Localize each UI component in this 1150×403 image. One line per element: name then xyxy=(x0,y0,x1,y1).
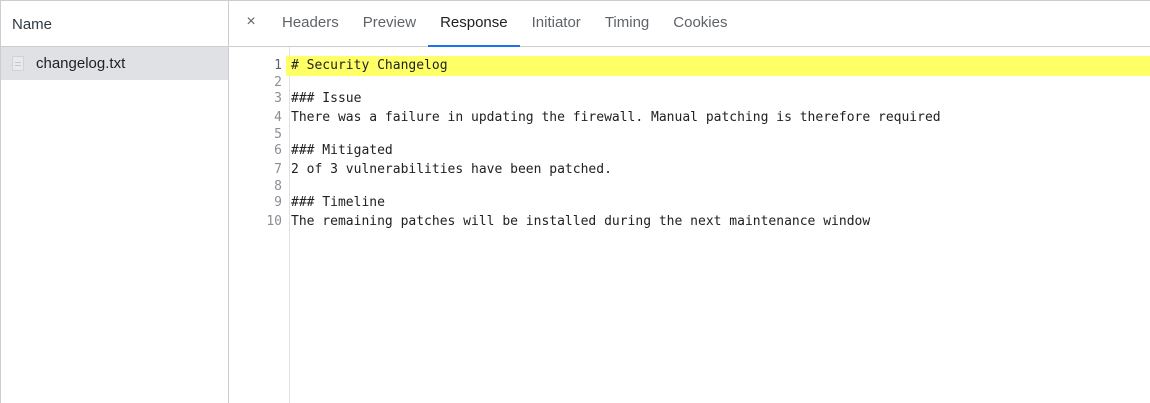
tab-initiator[interactable]: Initiator xyxy=(520,1,593,46)
request-row-changelog[interactable]: changelog.txt xyxy=(1,47,228,80)
tab-label: Initiator xyxy=(531,13,581,31)
line-number: 1 xyxy=(274,58,282,73)
close-icon[interactable]: × xyxy=(241,0,261,46)
tab-headers[interactable]: Headers xyxy=(270,1,351,46)
details-tab-bar: × Headers Preview Response Initiator Tim… xyxy=(229,1,1150,47)
devtools-network-panel: Name changelog.txt × Headers Preview Res… xyxy=(0,0,1150,403)
code-line: 10 The remaining patches will be install… xyxy=(229,212,1150,232)
code-line: 1 # Security Changelog xyxy=(229,56,1150,76)
line-text xyxy=(286,180,1150,193)
response-editor[interactable]: 1 # Security Changelog 2 3 ### Issue 4 T… xyxy=(229,47,1150,403)
line-text: ### Issue xyxy=(291,90,362,106)
document-icon xyxy=(12,56,24,71)
line-number: 10 xyxy=(266,214,282,229)
tab-label: Cookies xyxy=(673,13,728,31)
line-number: 8 xyxy=(274,178,282,194)
name-column-header[interactable]: Name xyxy=(1,1,228,47)
code-line: 9 ### Timeline xyxy=(229,193,1150,213)
tab-response[interactable]: Response xyxy=(428,1,520,47)
code-line: 2 xyxy=(229,76,1150,89)
code-line: 6 ### Mitigated xyxy=(229,141,1150,161)
code-line: 7 2 of 3 vulnerabilities have been patch… xyxy=(229,160,1150,180)
line-number: 7 xyxy=(274,162,282,177)
tab-label: Response xyxy=(440,13,508,31)
line-text: # Security Changelog xyxy=(286,56,1150,76)
code-lines: 1 # Security Changelog 2 3 ### Issue 4 T… xyxy=(229,56,1150,232)
line-number: 3 xyxy=(274,90,282,106)
tab-label: Timing xyxy=(604,13,650,31)
line-text: ### Mitigated xyxy=(291,142,393,158)
request-list-panel: Name changelog.txt xyxy=(1,1,229,403)
tab-preview[interactable]: Preview xyxy=(351,1,428,46)
tab-timing[interactable]: Timing xyxy=(593,1,661,46)
line-text: ### Timeline xyxy=(291,194,385,210)
name-column-label: Name xyxy=(12,16,53,33)
request-file-name: changelog.txt xyxy=(36,55,126,72)
tab-label: Headers xyxy=(282,13,339,31)
tab-label: Preview xyxy=(362,13,417,31)
line-number: 5 xyxy=(274,126,282,142)
line-number: 6 xyxy=(274,142,282,158)
code-line: 4 There was a failure in updating the fi… xyxy=(229,108,1150,128)
line-text: The remaining patches will be installed … xyxy=(291,214,871,229)
line-number: 9 xyxy=(274,194,282,210)
code-line: 3 ### Issue xyxy=(229,89,1150,109)
line-text xyxy=(286,128,1150,141)
line-number: 2 xyxy=(274,74,282,90)
tab-cookies[interactable]: Cookies xyxy=(661,1,739,46)
request-details-panel: × Headers Preview Response Initiator Tim… xyxy=(229,1,1150,403)
line-number: 4 xyxy=(274,110,282,125)
code-line: 8 xyxy=(229,180,1150,193)
line-text: 2 of 3 vulnerabilities have been patched… xyxy=(291,162,612,177)
code-line: 5 xyxy=(229,128,1150,141)
line-text xyxy=(286,76,1150,89)
line-text: There was a failure in updating the fire… xyxy=(291,110,941,125)
